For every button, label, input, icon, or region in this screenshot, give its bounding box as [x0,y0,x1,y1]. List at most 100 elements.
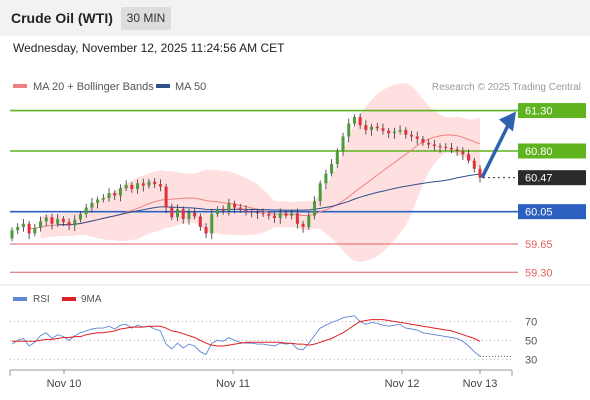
candle-body [215,209,219,215]
candle-body [238,207,242,211]
candle-body [44,217,48,222]
candle-body [301,223,305,228]
candle-body [295,213,299,224]
candle-body [261,213,265,215]
legend-swatch-9ma [62,297,76,301]
candle-body [421,138,425,143]
candle-body [404,129,408,135]
candle-body [84,207,88,215]
candle-body [21,223,25,228]
candle-body [392,131,396,134]
candle-body [472,160,476,169]
x-tick-label: Nov 11 [216,378,250,390]
candle-body [398,129,402,132]
candle-body [273,215,277,219]
candle-body [444,146,448,148]
rsi-tick-30: 30 [525,354,537,366]
candle-body [250,211,254,213]
candle-body [61,218,65,223]
legend-swatch-ma50 [156,84,170,88]
level-tag-label: 60.80 [525,146,553,158]
candle-body [307,215,311,228]
candle-body [164,186,168,208]
candle-body [73,219,77,226]
candle-body [370,126,374,130]
legend-label-ma20: MA 20 + Bollinger Bands [33,81,154,93]
candle-body [16,227,20,231]
price-chart: MA 20 + Bollinger Bands MA 50 Research ©… [0,81,590,390]
legend-label-ma50: MA 50 [175,81,206,93]
candle-body [278,213,282,219]
candle-body [78,214,82,220]
candle-body [124,184,128,189]
candle-body [101,197,105,200]
candle-body [432,144,436,147]
candle-body [118,188,122,196]
candle-body [410,134,414,137]
candle-body [210,214,214,234]
x-axis: Nov 10 Nov 11 Nov 12 Nov 13 [47,370,498,390]
candle-body [347,123,351,137]
rsi-tick-70: 70 [525,316,537,328]
candle-body [335,150,339,164]
candle-body [455,149,459,151]
x-tick-label: Nov 12 [385,378,420,390]
candle-body [198,216,202,228]
candle-body [50,217,54,224]
legend-swatch-ma20 [13,84,27,88]
candle-body [449,147,453,150]
candle-body [136,183,140,189]
candle-body [176,209,180,218]
candle-body [33,227,37,234]
rsi-panel: 70 50 30 [10,315,537,366]
candle-body [153,181,157,185]
legend-label-rsi: RSI [33,294,50,305]
candle-body [438,146,442,148]
candle-body [341,136,345,151]
level-tags: 61.30 60.80 60.47 60.05 59.65 59.30 [518,103,586,279]
candle-body [267,214,271,216]
candle-body [187,212,191,219]
candle-body [130,184,134,189]
candle-body [158,184,162,187]
candle-body [56,218,60,224]
candle-body [387,130,391,134]
candle-body [227,203,231,211]
forecast-arrow [480,111,516,179]
candle-body [96,199,100,203]
candle-body [221,209,225,211]
candle-body [67,222,71,226]
level-label-minor: 59.65 [525,239,553,251]
candle-body [375,126,379,129]
candle-body [467,154,471,161]
watermark: Research © 2025 Trading Central [432,82,581,93]
level-tag-label: 60.05 [525,207,553,219]
candle-body [415,136,419,139]
candle-body [358,117,362,126]
candle-body [10,230,14,239]
candle-body [113,193,117,196]
rsi-tick-50: 50 [525,335,537,347]
candle-body [312,201,316,216]
level-tag-label: 60.47 [525,173,553,185]
candle-body [290,213,294,216]
level-tag-label: 61.30 [525,106,553,118]
candle-body [244,210,248,212]
candle-body [90,202,94,208]
candle-body [352,117,356,124]
rsi-ma-line [12,319,481,347]
candle-body [39,221,43,228]
candle-body [147,181,151,186]
candle-body [170,207,174,218]
candle-body [461,150,465,155]
candle-body [181,209,185,219]
candle-body [324,173,328,184]
candle-body [107,193,111,198]
candle-body [381,128,385,131]
x-tick-label: Nov 13 [463,378,498,390]
legend-swatch-rsi [13,297,27,301]
x-tick-label: Nov 10 [47,378,82,390]
candle-body [255,212,259,214]
candle-body [204,227,208,234]
candle-body [141,183,145,186]
